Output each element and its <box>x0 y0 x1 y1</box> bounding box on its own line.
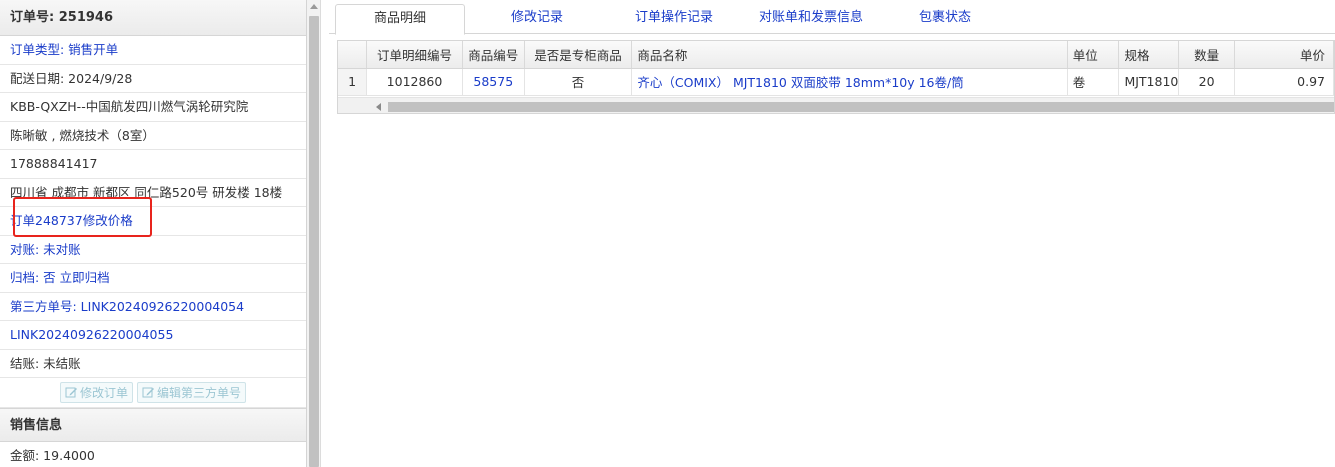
column-header-product-id[interactable]: 商品编号 <box>462 41 525 69</box>
cell-quantity: 20 <box>1178 68 1235 96</box>
product-grid: 订单明细编号 商品编号 是否是专柜商品 商品名称 单位 规格 数量 单价 1 1… <box>337 40 1335 114</box>
tab-change-history[interactable]: 修改记录 <box>479 4 595 34</box>
customer-org: KBB-QXZH--中国航发四川燃气涡轮研究院 <box>0 93 306 122</box>
cell-spec: MJT1810 <box>1118 68 1180 96</box>
sales-amount: 金额: 19.4000 <box>0 442 306 467</box>
contact-person: 陈晰敏 , 燃烧技术（8室） <box>0 122 306 150</box>
sales-info-title: 销售信息 <box>0 408 306 442</box>
cell-detail-id: 1012860 <box>366 68 463 96</box>
contact-phone: 17888841417 <box>0 150 306 179</box>
column-header-spec[interactable]: 规格 <box>1118 41 1180 69</box>
grid-header-row: 订单明细编号 商品编号 是否是专柜商品 商品名称 单位 规格 数量 单价 <box>338 41 1334 69</box>
column-header-index <box>338 41 368 69</box>
cell-unit: 卷 <box>1067 68 1120 96</box>
edit-icon <box>65 387 77 398</box>
scroll-up-arrow-icon[interactable] <box>310 4 318 9</box>
column-header-counter[interactable]: 是否是专柜商品 <box>524 41 633 69</box>
price-change-link[interactable]: 订单248737修改价格 <box>0 207 306 236</box>
row-index: 1 <box>338 68 368 96</box>
column-header-detail-id[interactable]: 订单明细编号 <box>366 41 463 69</box>
tab-package-status[interactable]: 包裹状态 <box>895 4 995 34</box>
delivery-date: 配送日期: 2024/9/28 <box>0 65 306 93</box>
column-header-unit-price[interactable]: 单价 <box>1234 41 1334 69</box>
cell-counter: 否 <box>524 68 633 96</box>
cell-product-name-link[interactable]: 齐心（COMIX） MJT1810 双面胶带 18mm*10y 16卷/筒 <box>631 68 1068 96</box>
scrollbar-thumb[interactable] <box>309 16 319 467</box>
delivery-address: 四川省 成都市 新都区 同仁路520号 研发楼 18楼 <box>0 179 306 207</box>
grid-horizontal-scrollbar[interactable] <box>338 97 1334 113</box>
cell-product-id-link[interactable]: 58575 <box>462 68 525 96</box>
left-panel-scrollbar[interactable] <box>307 0 321 467</box>
edit-order-button[interactable]: 修改订单 <box>59 382 133 403</box>
edit-third-party-button[interactable]: 编辑第三方单号 <box>137 382 247 403</box>
order-action-bar: 修改订单 编辑第三方单号 <box>0 378 306 408</box>
cell-unit-price: 0.97 <box>1234 68 1334 96</box>
detail-area: 商品明细 修改记录 订单操作记录 对账单和发票信息 包裹状态 订单明细编号 商品… <box>329 0 1335 467</box>
table-row[interactable]: 1 1012860 58575 否 齐心（COMIX） MJT1810 双面胶带… <box>338 68 1334 96</box>
tab-product-details[interactable]: 商品明细 <box>335 4 465 35</box>
edit-icon <box>142 387 154 398</box>
tab-bar: 商品明细 修改记录 订单操作记录 对账单和发票信息 包裹状态 <box>329 0 1335 35</box>
settlement-status: 结账: 未结账 <box>0 350 306 378</box>
column-header-product-name[interactable]: 商品名称 <box>631 41 1068 69</box>
order-number-title: 订单号: 251946 <box>0 0 306 36</box>
archive-status[interactable]: 归档: 否 立即归档 <box>0 264 306 293</box>
column-header-quantity[interactable]: 数量 <box>1178 41 1235 69</box>
tab-order-operations[interactable]: 订单操作记录 <box>609 4 739 34</box>
scroll-left-arrow-icon[interactable] <box>376 103 381 111</box>
edit-third-party-label: 编辑第三方单号 <box>157 386 242 400</box>
edit-order-label: 修改订单 <box>79 386 128 400</box>
order-type[interactable]: 订单类型: 销售开单 <box>0 36 306 65</box>
tab-statement-invoice[interactable]: 对账单和发票信息 <box>743 4 879 34</box>
column-header-unit[interactable]: 单位 <box>1067 41 1120 69</box>
third-party-order-1[interactable]: 第三方单号: LINK20240926220004054 <box>0 293 306 321</box>
reconciliation-status: 对账: 未对账 <box>0 236 306 264</box>
order-info-panel: 订单号: 251946 订单类型: 销售开单 配送日期: 2024/9/28 K… <box>0 0 307 467</box>
horizontal-scrollbar-thumb[interactable] <box>388 102 1334 112</box>
third-party-order-2[interactable]: LINK20240926220004055 <box>0 321 306 350</box>
